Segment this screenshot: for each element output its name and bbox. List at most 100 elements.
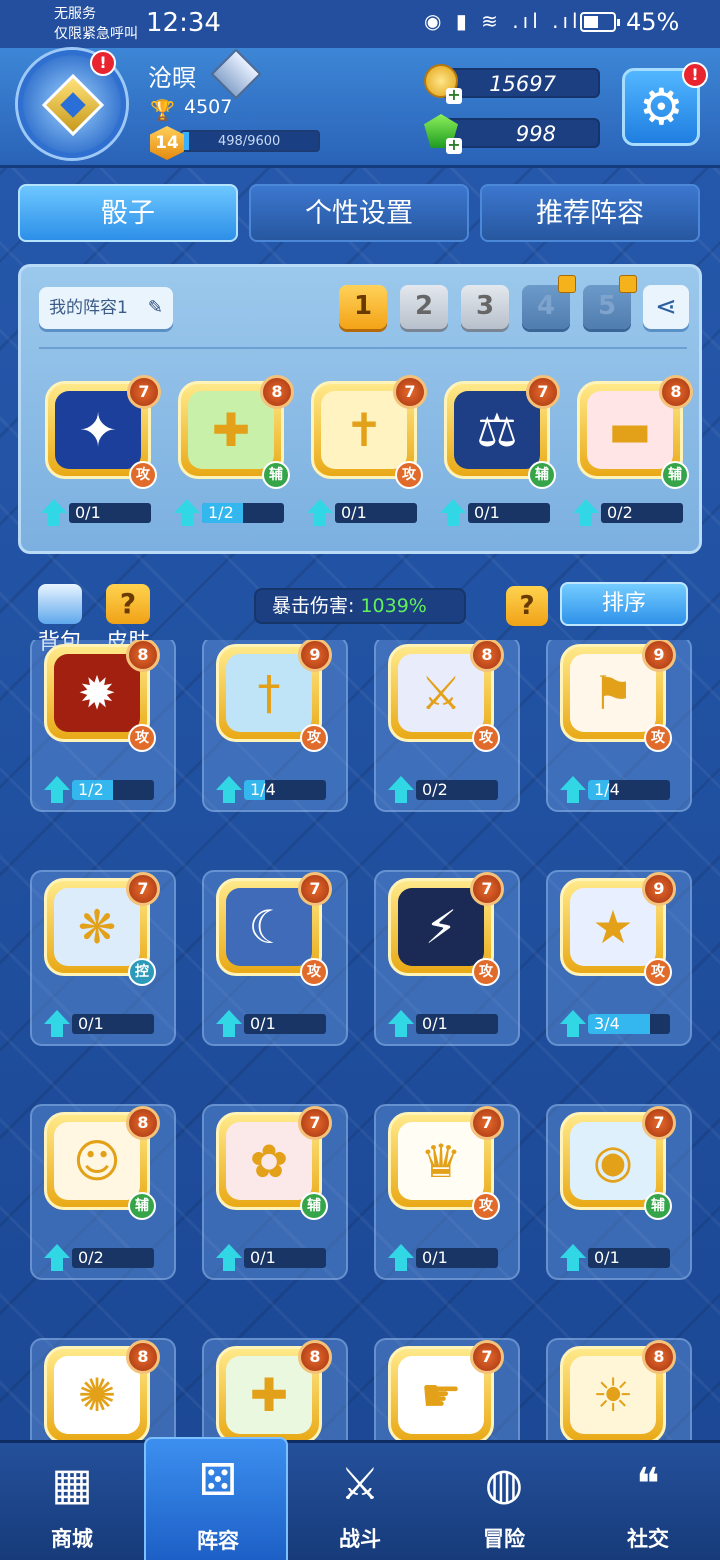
collection-dice-card[interactable]: ⚔ 8 攻 0/2	[374, 640, 520, 812]
gem-counter[interactable]: 998	[440, 118, 600, 148]
nav-crossed-swords[interactable]: ⚔ 战斗	[288, 1443, 432, 1560]
upgrade-count: 0/2	[607, 503, 633, 522]
lineup-name-button[interactable]: 我的阵容1 ✎	[39, 287, 173, 329]
tab-1[interactable]: 骰子	[18, 184, 238, 242]
dice-card[interactable]: ♛ 7 攻	[382, 1106, 504, 1224]
dice-card[interactable]: ◉ 7 辅	[554, 1106, 676, 1224]
nav-shop[interactable]: ▦ 商城	[0, 1443, 144, 1560]
collection-dice-card[interactable]: ✺ 8	[30, 1338, 176, 1440]
dice-card[interactable]: ✝ 7 攻	[305, 375, 427, 493]
share-button[interactable]: ⋖	[643, 285, 689, 329]
upgrade-arrow-icon	[42, 1010, 72, 1040]
upgrade-bar: 3/4	[588, 1014, 670, 1034]
dice-card[interactable]: † 9 攻	[210, 640, 332, 756]
upgrade-count: 0/1	[250, 1014, 276, 1033]
nav-planet[interactable]: ◍ 冒险	[432, 1443, 576, 1560]
dice-role-badge: 辅	[661, 461, 689, 489]
upgrade-arrow-icon	[214, 1010, 244, 1040]
divider	[39, 347, 687, 349]
dice-card[interactable]: ☀ 8	[554, 1340, 676, 1440]
upgrade-arrow-icon	[42, 1244, 72, 1274]
upgrade-arrow-icon	[305, 499, 335, 529]
collection-dice-card[interactable]: ❋ 7 控 0/1	[30, 870, 176, 1046]
sort-label: 排序	[601, 591, 646, 616]
dice-card[interactable]: ✹ 8 攻	[38, 640, 160, 756]
upgrade-bar: 0/2	[601, 503, 683, 523]
collection-dice-card[interactable]: ◉ 7 辅 0/1	[546, 1104, 692, 1280]
upgrade-bar: 0/1	[468, 503, 550, 523]
lock-icon	[619, 275, 637, 293]
lineup-dice-slot[interactable]: ✦ 7 攻 0/1	[35, 375, 161, 535]
lineup-slot-2[interactable]: 2	[400, 285, 448, 329]
lineup-dice-slot[interactable]: ✝ 7 攻 0/1	[301, 375, 427, 535]
collection-dice-card[interactable]: ⚑ 9 攻 1/4	[546, 640, 692, 812]
dice-card[interactable]: ☾ 7 攻	[210, 872, 332, 990]
lineup-dice-slot[interactable]: ✚ 8 辅 1/2	[168, 375, 294, 535]
upgrade-progress: 0/2	[42, 1244, 162, 1272]
dice-card[interactable]: ★ 9 攻	[554, 872, 676, 990]
collection-dice-card[interactable]: ★ 9 攻 3/4	[546, 870, 692, 1046]
dice-level-badge: 7	[298, 1106, 332, 1140]
upgrade-arrow-icon	[386, 1244, 416, 1274]
dice-card[interactable]: ⚔ 8 攻	[382, 640, 504, 756]
dice-role-badge: 攻	[472, 1192, 500, 1220]
sort-button[interactable]: 排序	[560, 582, 688, 626]
collection-dice-card[interactable]: ♛ 7 攻 0/1	[374, 1104, 520, 1280]
collection-dice-card[interactable]: ✚ 8	[202, 1338, 348, 1440]
dice-card[interactable]: ✚ 8	[210, 1340, 332, 1440]
collection-dice-card[interactable]: ☾ 7 攻 0/1	[202, 870, 348, 1046]
collection-dice-card[interactable]: ☺ 8 辅 0/2	[30, 1104, 176, 1280]
dice-card[interactable]: ❋ 7 控	[38, 872, 160, 990]
rank-emblem-icon	[41, 73, 105, 137]
lineup-slot-1[interactable]: 1	[339, 285, 387, 329]
dice-card[interactable]: ⚑ 9 攻	[554, 640, 676, 756]
clock: 12:34	[146, 8, 221, 38]
dice-role-badge: 攻	[395, 461, 423, 489]
gold-counter[interactable]: 15697	[440, 68, 600, 98]
upgrade-arrow-icon	[386, 776, 416, 806]
dice-level-badge: 9	[642, 872, 676, 906]
dice-card[interactable]: ▬ 8 辅	[571, 375, 693, 493]
collection-dice-card[interactable]: ☛ 7	[374, 1338, 520, 1440]
lineup-slot-3[interactable]: 3	[461, 285, 509, 329]
rank-badge-icon[interactable]	[210, 48, 262, 100]
dice-role-badge: 攻	[644, 958, 672, 986]
nav-chat[interactable]: ❝ 社交	[576, 1443, 720, 1560]
dice-card[interactable]: ☺ 8 辅	[38, 1106, 160, 1224]
chat-icon: ❝	[636, 1459, 660, 1510]
collection-dice-card[interactable]: † 9 攻 1/4	[202, 640, 348, 812]
collection-dice-card[interactable]: ✿ 7 辅 0/1	[202, 1104, 348, 1280]
add-gold-icon[interactable]: +	[446, 87, 462, 104]
collection-dice-card[interactable]: ☀ 8	[546, 1338, 692, 1440]
bottom-nav: ▦ 商城 ⚄ 阵容 ⚔ 战斗 ◍ 冒险 ❝ 社交	[0, 1437, 720, 1560]
nav-dice[interactable]: ⚄ 阵容	[144, 1437, 288, 1560]
collection-dice-card[interactable]: ⚡ 7 攻 0/1	[374, 870, 520, 1046]
dice-card[interactable]: ✺ 8	[38, 1340, 160, 1440]
upgrade-arrow-icon	[558, 776, 588, 806]
dice-card[interactable]: ☛ 7	[382, 1340, 504, 1440]
dice-card[interactable]: ✚ 8 辅	[172, 375, 294, 493]
crit-value: 1039%	[360, 595, 427, 617]
planet-icon: ◍	[484, 1459, 524, 1510]
dice-role-badge: 攻	[644, 724, 672, 752]
dice-card[interactable]: ⚖ 7 辅	[438, 375, 560, 493]
dice-level-badge: 8	[642, 1340, 676, 1374]
tab-2[interactable]: 个性设置	[249, 184, 469, 242]
dice-card[interactable]: ✿ 7 辅	[210, 1106, 332, 1224]
collection-dice-card[interactable]: ✹ 8 攻 1/2	[30, 640, 176, 812]
help-button[interactable]: ?	[506, 586, 548, 626]
tab-3[interactable]: 推荐阵容	[480, 184, 700, 242]
upgrade-count: 0/1	[474, 503, 500, 522]
upgrade-arrow-icon	[386, 1010, 416, 1040]
dice-art-icon: ⚖	[454, 391, 540, 469]
settings-alert-icon: !	[682, 62, 708, 88]
lineup-dice-slot[interactable]: ▬ 8 辅 0/2	[567, 375, 693, 535]
add-gem-icon[interactable]: +	[446, 137, 462, 154]
dice-card[interactable]: ⚡ 7 攻	[382, 872, 504, 990]
battery-icon	[580, 12, 620, 32]
avatar-alert-icon: !	[90, 50, 116, 76]
lineup-dice-slot[interactable]: ⚖ 7 辅 0/1	[434, 375, 560, 535]
dice-role-badge: 攻	[128, 724, 156, 752]
dice-role-badge: 辅	[262, 461, 290, 489]
dice-card[interactable]: ✦ 7 攻	[39, 375, 161, 493]
